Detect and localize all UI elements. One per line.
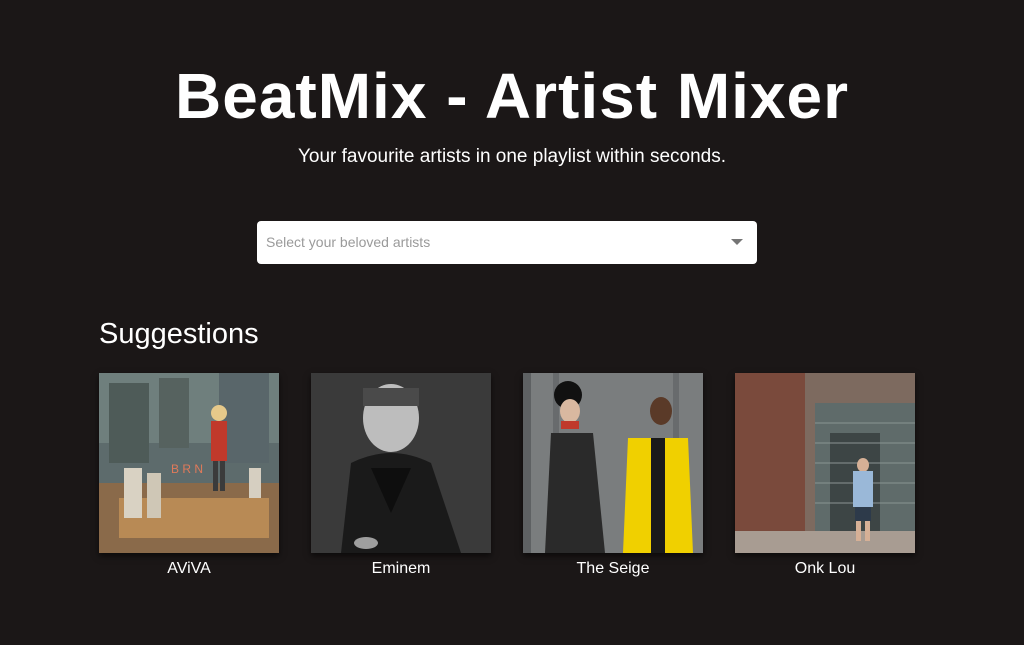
chevron-down-icon[interactable] [731,239,743,245]
artist-card-onk-lou[interactable]: Onk Lou [735,373,915,579]
svg-text:B R N: B R N [171,462,203,476]
artist-name: Eminem [371,560,431,577]
page: BeatMix - Artist Mixer Your favourite ar… [0,0,1024,645]
artist-name: AViVA [167,560,211,577]
artist-select[interactable]: Select your beloved artists [257,221,757,264]
artist-card-aviva[interactable]: B R N AViVA [99,373,279,579]
artist-card-the-seige[interactable]: The Seige [523,373,703,579]
artist-name: The Seige [576,560,650,577]
artist-image-eminem[interactable] [311,373,491,553]
artist-image-aviva[interactable]: B R N [99,373,279,553]
artist-name: Onk Lou [794,560,856,577]
artist-select-placeholder: Select your beloved artists [266,234,431,250]
artist-image-the-seige[interactable] [523,373,703,553]
artist-card-eminem[interactable]: Eminem [311,373,491,579]
page-subtitle: Your favourite artists in one playlist w… [297,146,727,167]
suggestions-heading: Suggestions [99,318,259,350]
suggestions-list: B R N AViVA Eminem The Seige Onk Lou [99,373,915,579]
page-title: BeatMix - Artist Mixer [175,60,849,132]
artist-image-onk-lou[interactable] [735,373,915,553]
